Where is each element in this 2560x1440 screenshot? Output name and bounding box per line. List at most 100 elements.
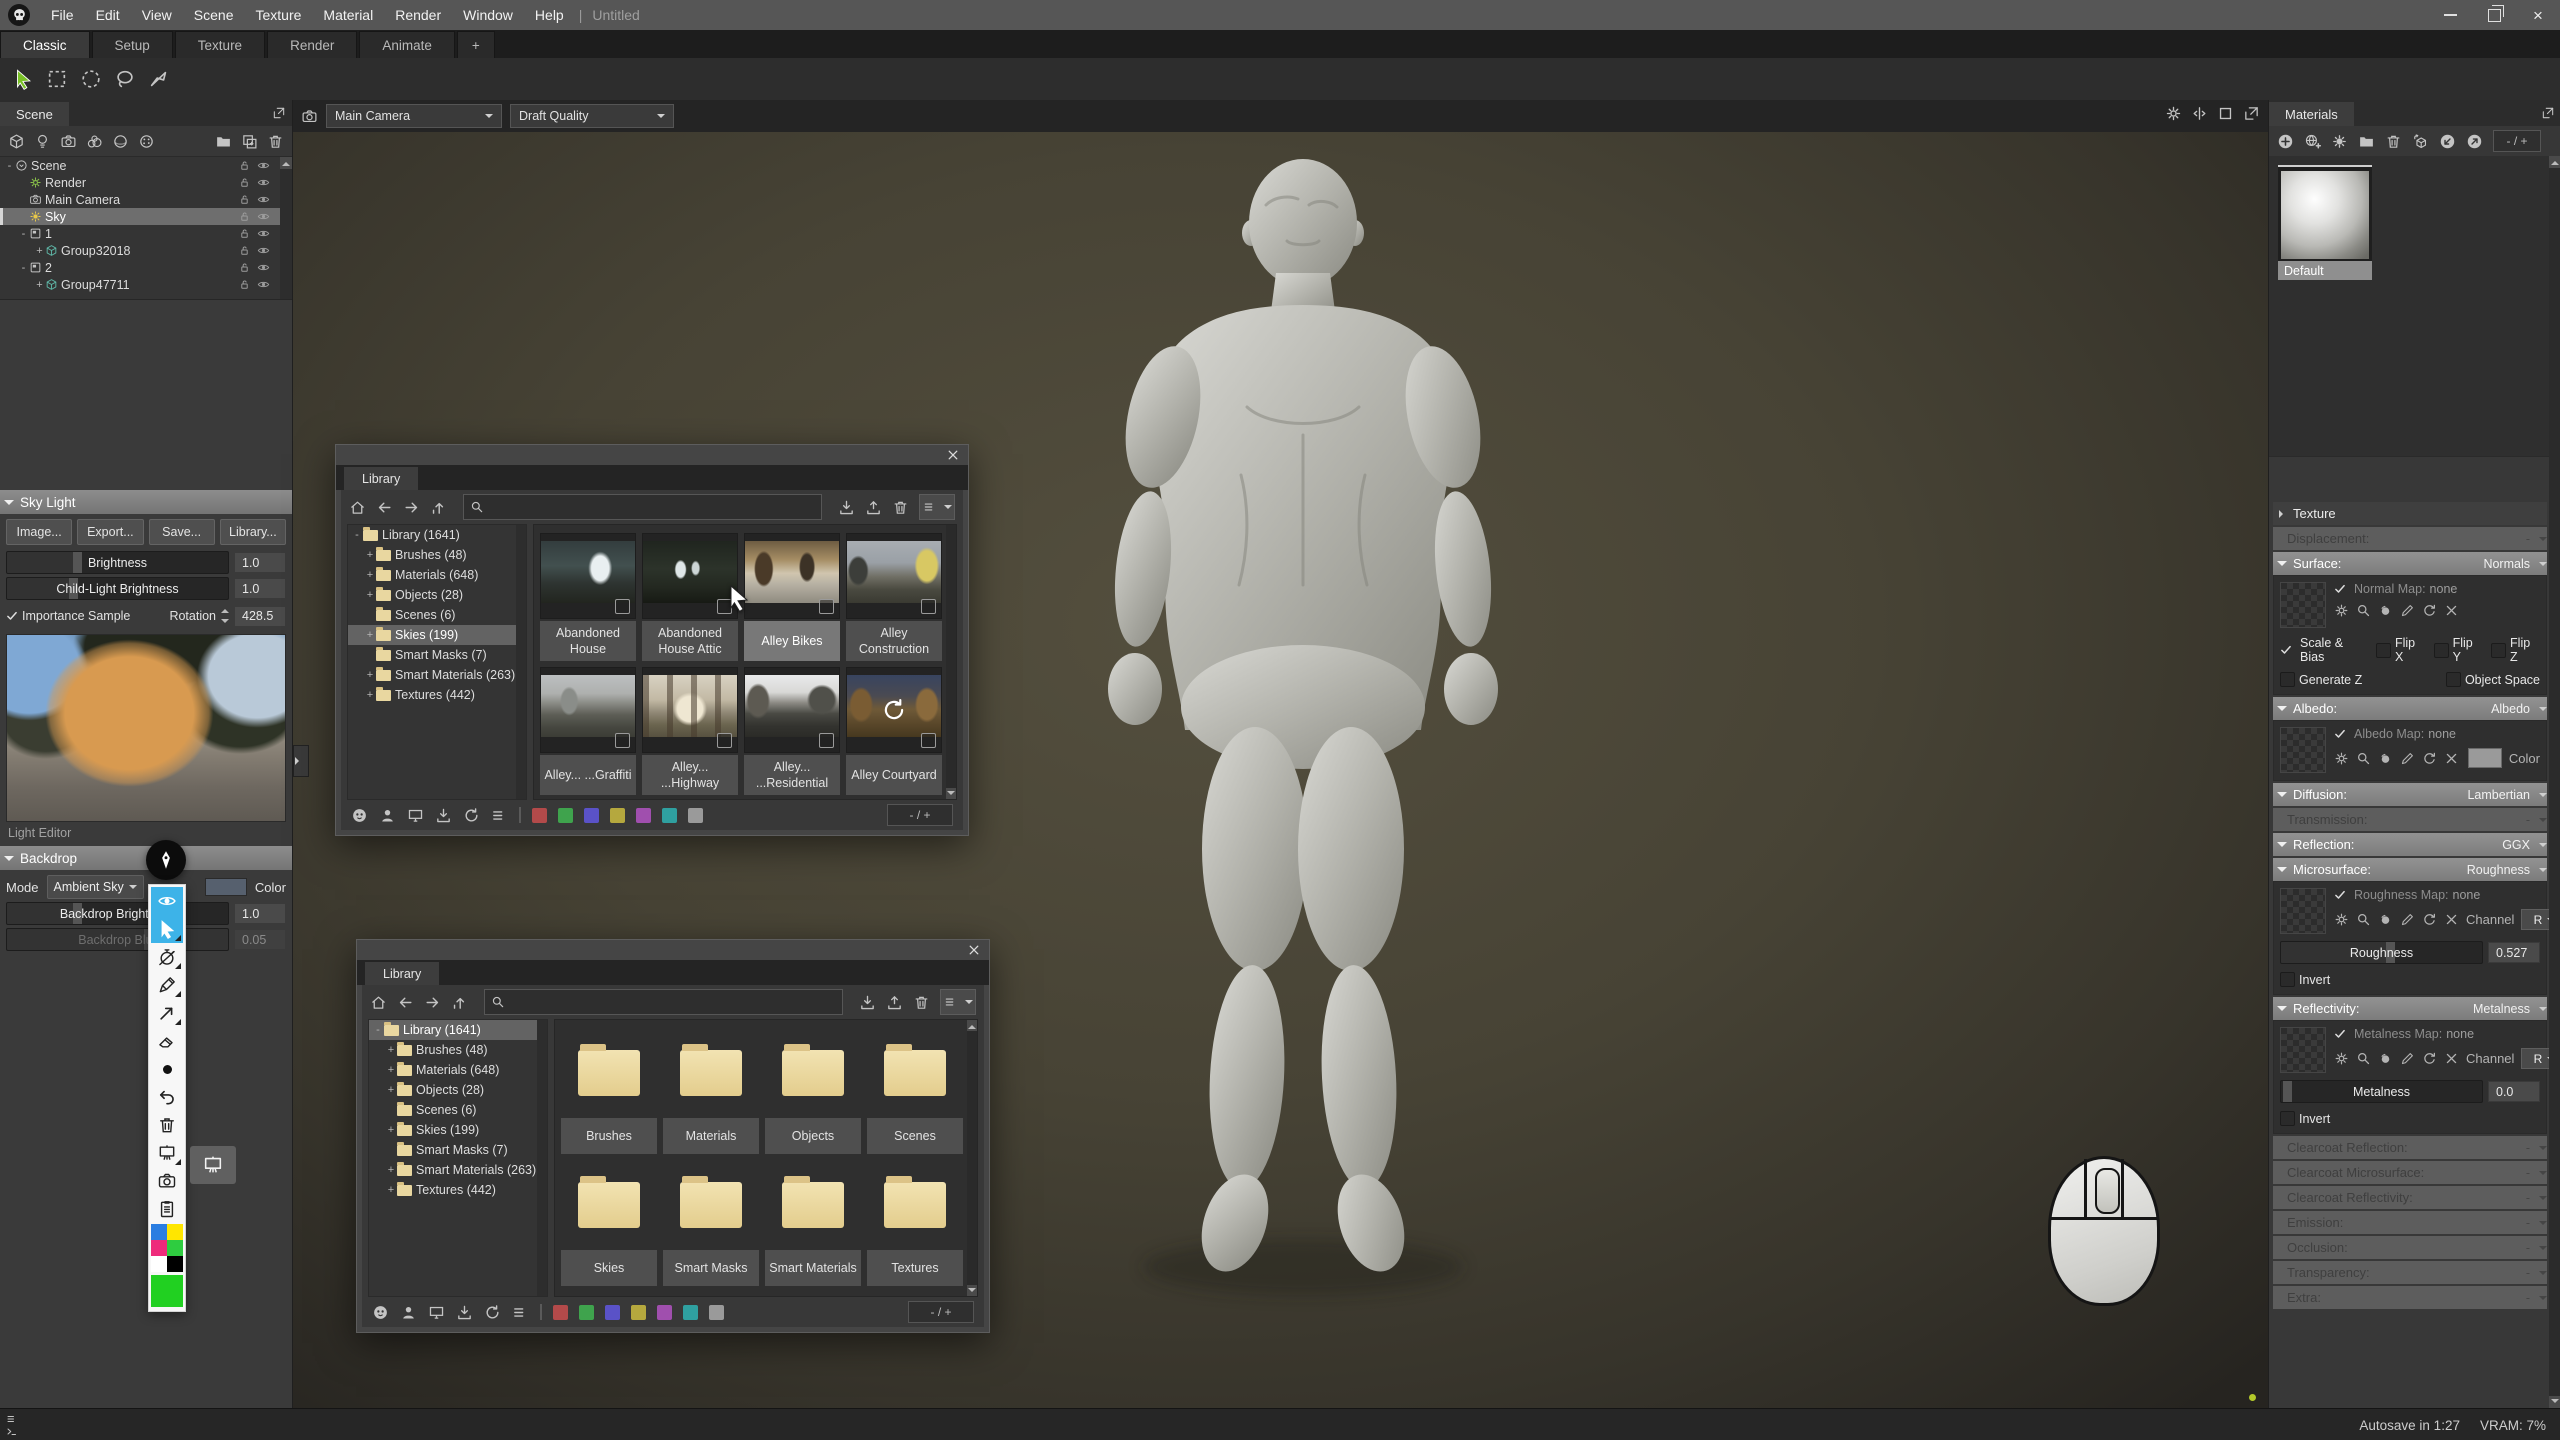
light-editor-label[interactable]: Light Editor <box>0 822 292 844</box>
tab-library[interactable]: Library <box>365 962 439 985</box>
grid-scrollbar[interactable] <box>967 1020 977 1296</box>
visibility-icon[interactable] <box>257 176 270 189</box>
section-surface[interactable]: Surface: Normals <box>2273 552 2547 575</box>
panel-expand-arrow[interactable] <box>293 745 309 777</box>
tab-scene-panel[interactable]: Scene <box>0 102 69 126</box>
metalness-slider[interactable]: Metalness <box>2280 1080 2483 1103</box>
material-name-label[interactable]: Default <box>2278 261 2372 280</box>
tree-scrollbar[interactable] <box>537 1020 547 1296</box>
tag-swatch-red[interactable] <box>553 1305 568 1320</box>
map-clear-icon[interactable] <box>2444 912 2459 927</box>
material-settings-icon[interactable] <box>2331 133 2348 150</box>
up-folder-icon[interactable] <box>451 994 468 1011</box>
tree-row-objects[interactable]: +Objects (28) <box>369 1080 547 1100</box>
view-options-button[interactable] <box>940 989 976 1015</box>
map-settings-icon[interactable] <box>2334 603 2349 618</box>
folder-item-skies[interactable]: Skies <box>561 1160 657 1286</box>
export-icon[interactable] <box>886 994 903 1011</box>
section-transmission[interactable]: Transmission: - <box>2273 808 2547 831</box>
pointer-tool[interactable] <box>151 915 183 943</box>
log-lines-icon[interactable] <box>6 1413 18 1425</box>
tree-row-smart-materials[interactable]: +Smart Materials (263) <box>348 665 526 685</box>
lasso-select-icon[interactable] <box>114 68 136 90</box>
tree-row-smart-masks[interactable]: Smart Masks (7) <box>369 1140 547 1160</box>
lock-icon[interactable] <box>238 278 251 291</box>
brightness-value[interactable]: 1.0 <box>234 552 286 573</box>
sky-item[interactable]: Alley... ...Residential <box>744 667 840 795</box>
tag-swatch-red[interactable] <box>532 808 547 823</box>
visibility-icon[interactable] <box>257 261 270 274</box>
menu-render[interactable]: Render <box>384 0 452 30</box>
folder-item-scenes[interactable]: Scenes <box>867 1028 963 1154</box>
back-icon[interactable] <box>397 994 414 1011</box>
item-checkbox[interactable] <box>921 733 936 748</box>
user-icon[interactable] <box>379 807 396 824</box>
scale-bias-label[interactable]: Scale & Bias <box>2300 636 2368 664</box>
tree-row-skies[interactable]: +Skies (199) <box>348 625 526 645</box>
pick-material-icon[interactable] <box>2439 133 2456 150</box>
home-icon[interactable] <box>349 499 366 516</box>
tree-row-sky[interactable]: Sky <box>0 208 292 225</box>
tag-swatch-grey[interactable] <box>688 808 703 823</box>
backdrop-brightness-value[interactable]: 1.0 <box>234 903 286 924</box>
folder-item-smart-materials[interactable]: Smart Materials <box>765 1160 861 1286</box>
map-clear-icon[interactable] <box>2444 1051 2459 1066</box>
item-checkbox[interactable] <box>921 599 936 614</box>
map-reload-icon[interactable] <box>2422 603 2437 618</box>
child-light-brightness-value[interactable]: 1.0 <box>234 578 286 599</box>
tree-row-materials[interactable]: +Materials (648) <box>369 1060 547 1080</box>
lock-icon[interactable] <box>238 244 251 257</box>
close-icon[interactable] <box>946 448 960 462</box>
normal-map-thumbnail[interactable] <box>2280 582 2326 628</box>
roughness-slider[interactable]: Roughness <box>2280 941 2483 964</box>
add-online-material-icon[interactable] <box>2304 133 2321 150</box>
lock-icon[interactable] <box>238 159 251 172</box>
map-reload-icon[interactable] <box>2422 751 2437 766</box>
screen-icon[interactable] <box>428 1304 445 1321</box>
scene-tree-scrollbar[interactable] <box>280 157 292 299</box>
popout-view-icon[interactable] <box>2243 105 2260 122</box>
map-preview-icon[interactable] <box>2378 751 2393 766</box>
export-icon[interactable] <box>865 499 882 516</box>
import-icon[interactable] <box>859 994 876 1011</box>
section-reflection[interactable]: Reflection: GGX <box>2273 833 2547 856</box>
map-browse-icon[interactable] <box>2356 751 2371 766</box>
check-icon[interactable] <box>2334 728 2346 740</box>
back-icon[interactable] <box>376 499 393 516</box>
object-space-checkbox[interactable] <box>2446 672 2461 687</box>
tag-swatch-indigo[interactable] <box>605 1305 620 1320</box>
tag-swatch-olive[interactable] <box>631 1305 646 1320</box>
tab-library[interactable]: Library <box>344 467 418 490</box>
section-albedo[interactable]: Albedo: Albedo <box>2273 697 2547 720</box>
up-folder-icon[interactable] <box>430 499 447 516</box>
importance-sample-label[interactable]: Importance Sample <box>22 609 130 623</box>
expander[interactable]: + <box>34 245 45 257</box>
tree-row-2[interactable]: - 2 <box>0 259 292 276</box>
sync-icon[interactable] <box>484 1304 501 1321</box>
thumbnail-zoom-control[interactable]: - / + <box>908 1301 974 1323</box>
sky-item[interactable]: Abandoned House <box>540 533 636 661</box>
clear-all-tool[interactable] <box>151 1111 183 1139</box>
timer-tool[interactable] <box>151 943 183 971</box>
expander[interactable]: - <box>18 262 29 274</box>
backdrop-brightness-slider[interactable]: Backdrop Brightness <box>6 902 229 925</box>
folder-item-textures[interactable]: Textures <box>867 1160 963 1286</box>
albedo-color-swatch[interactable] <box>2468 748 2502 768</box>
tag-swatch-green[interactable] <box>558 808 573 823</box>
tree-row-scenes[interactable]: Scenes (6) <box>348 605 526 625</box>
folder-item-brushes[interactable]: Brushes <box>561 1028 657 1154</box>
flip-x-checkbox[interactable] <box>2376 643 2391 658</box>
section-diffusion[interactable]: Diffusion: Lambertian <box>2273 783 2547 806</box>
menu-scene[interactable]: Scene <box>183 0 245 30</box>
image-button[interactable]: Image... <box>6 519 72 545</box>
import-icon[interactable] <box>838 499 855 516</box>
tag-swatch-teal[interactable] <box>683 1305 698 1320</box>
add-material-icon[interactable] <box>2277 133 2294 150</box>
metalness-invert-checkbox[interactable] <box>2280 1111 2295 1126</box>
item-checkbox[interactable] <box>717 733 732 748</box>
tag-swatch-indigo[interactable] <box>584 808 599 823</box>
delete-icon[interactable] <box>267 133 284 150</box>
annotation-pen-button[interactable] <box>146 840 186 880</box>
visibility-icon[interactable] <box>257 278 270 291</box>
viewport-settings-icon[interactable] <box>2165 105 2182 122</box>
